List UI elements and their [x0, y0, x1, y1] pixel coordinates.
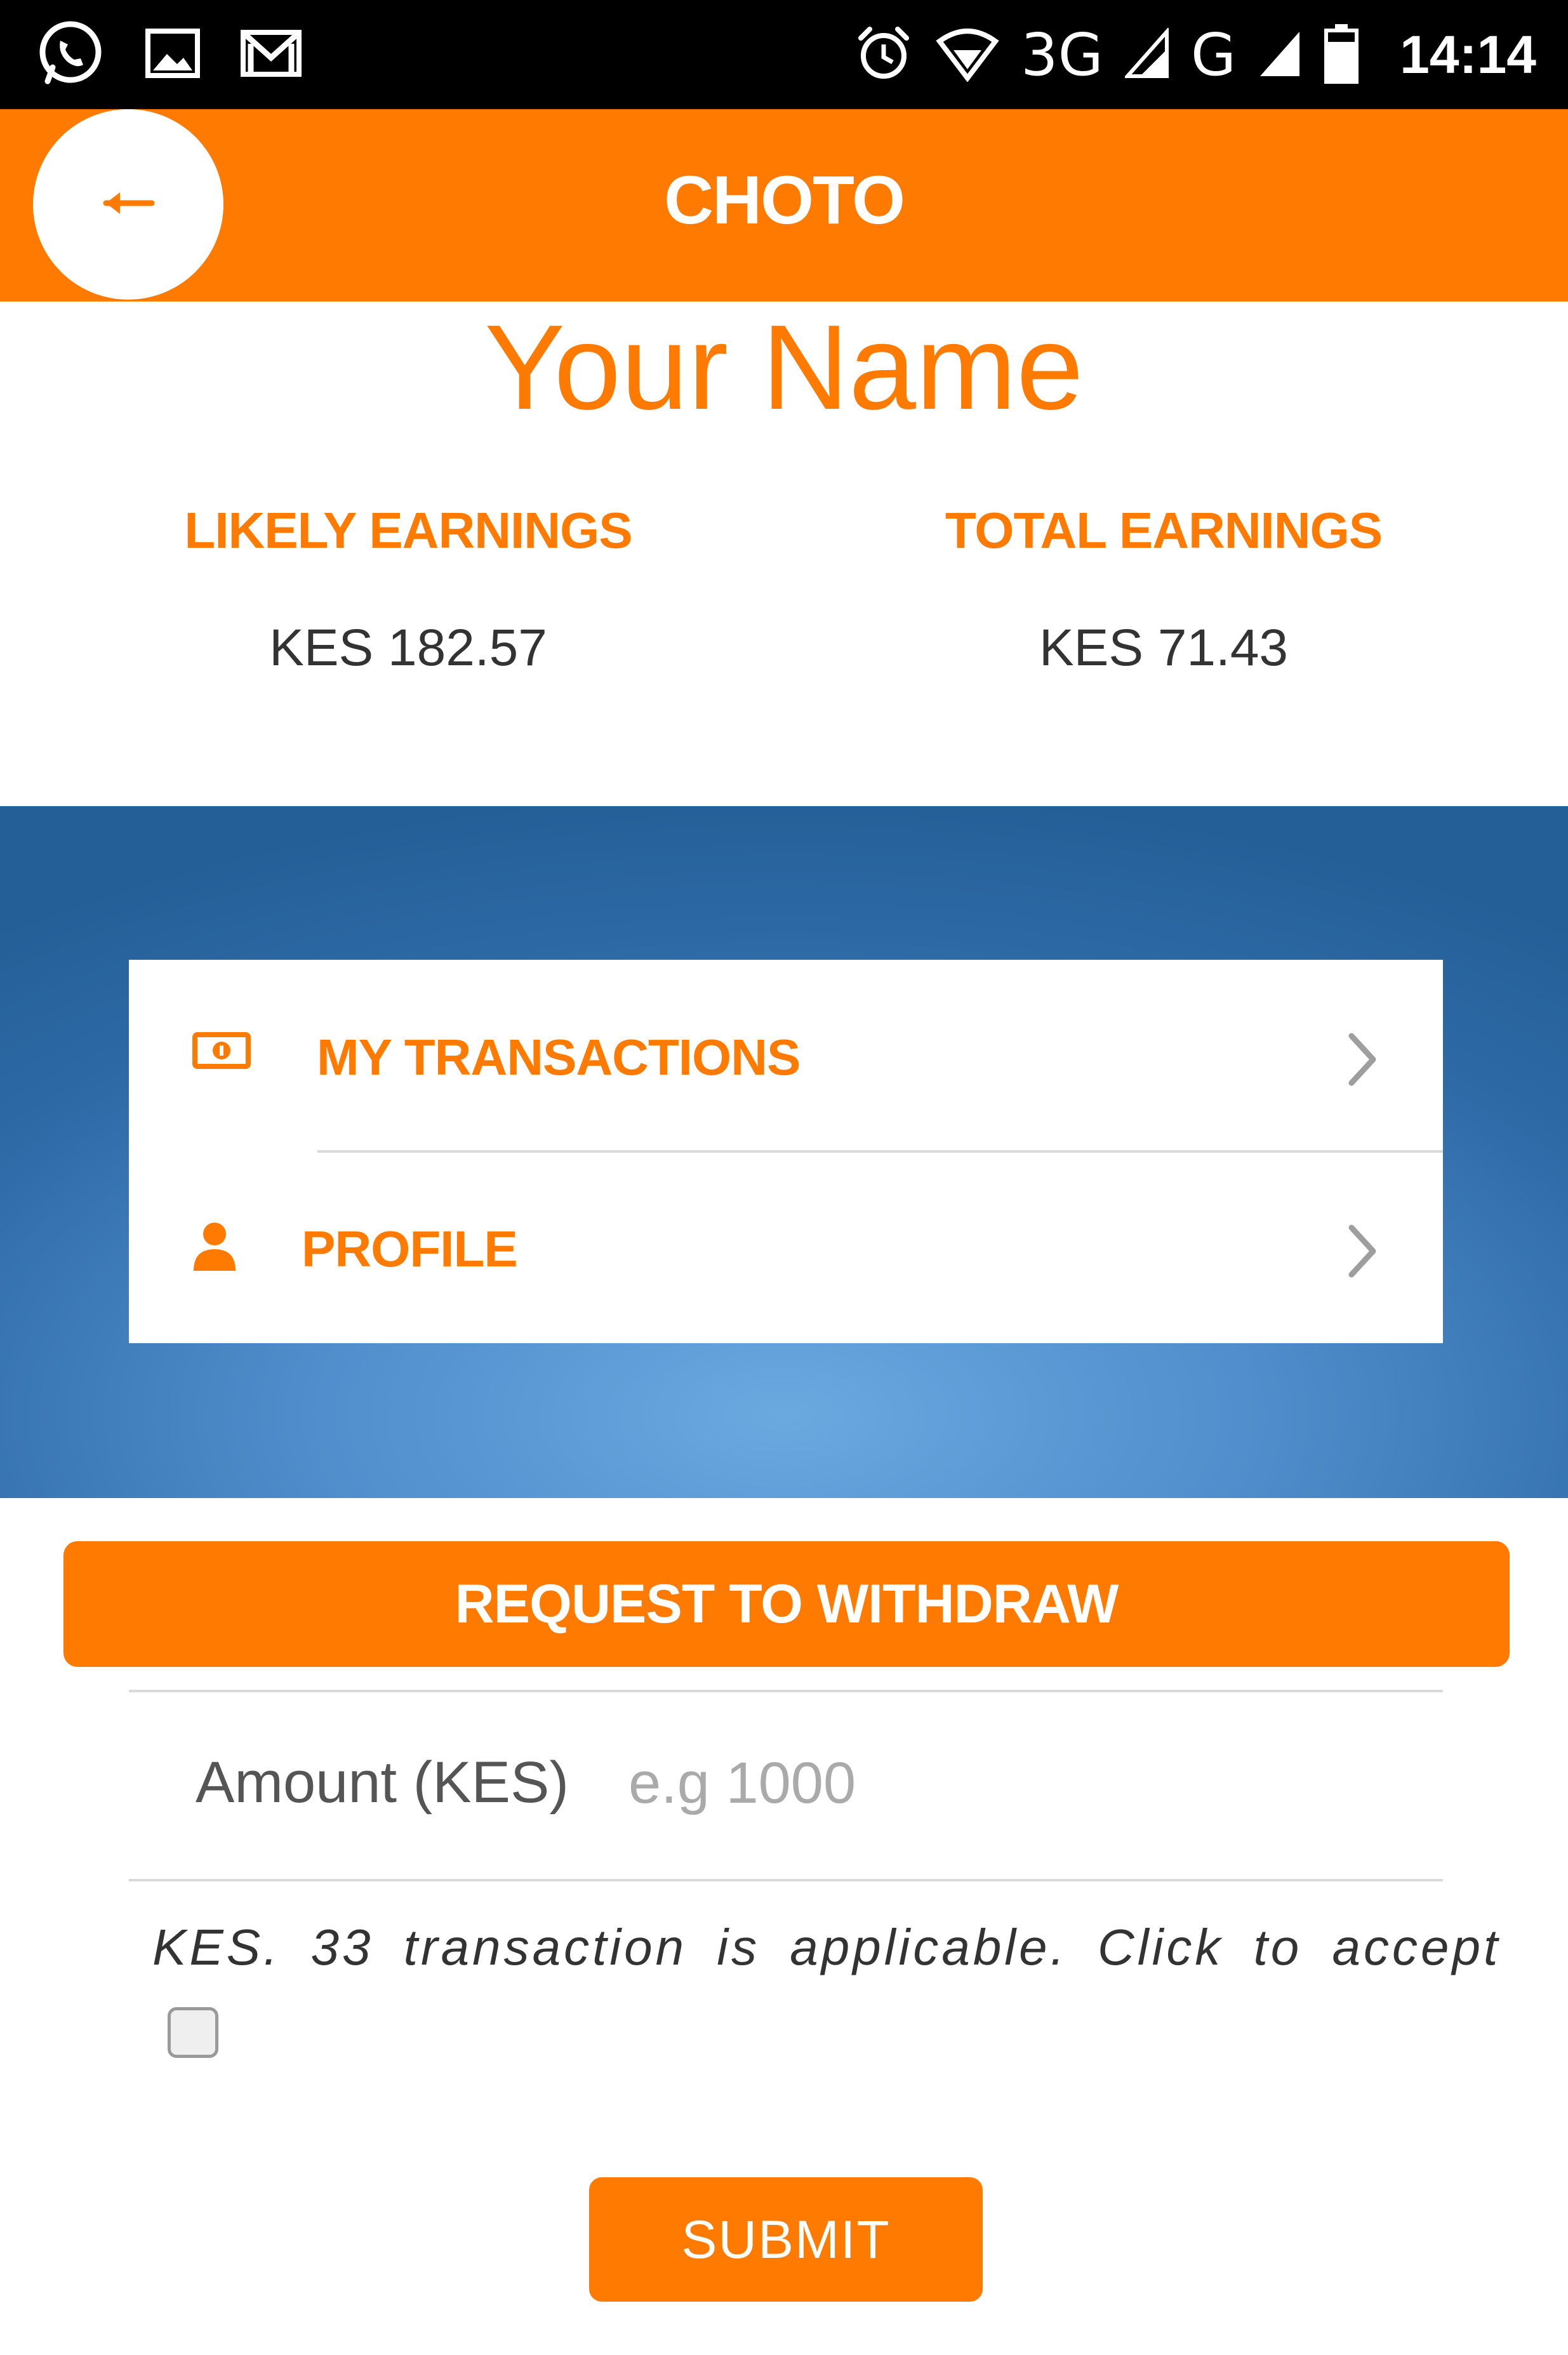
- money-icon: [192, 1030, 251, 1075]
- signal-icon: [1123, 26, 1169, 82]
- request-withdraw-button[interactable]: REQUEST TO WITHDRAW: [63, 1541, 1510, 1667]
- battery-icon: [1324, 23, 1359, 87]
- status-bar: 3G G 14:14: [0, 0, 1568, 109]
- app-bar: CHOTO: [0, 109, 1568, 302]
- total-earnings: TOTAL EARNINGS KES 71.43: [846, 501, 1481, 678]
- image-icon: [144, 25, 201, 85]
- signal-icon: [1258, 28, 1302, 82]
- chevron-right-icon: [1345, 1031, 1379, 1091]
- user-name: Your Name: [484, 300, 1084, 435]
- likely-earnings-value: KES 182.57: [269, 619, 547, 677]
- app-title: CHOTO: [663, 161, 905, 238]
- wifi-icon: [936, 25, 999, 85]
- clock: 14:14: [1400, 24, 1536, 84]
- transaction-fee-notice: KES. 33 transaction is applicable. Click…: [152, 1919, 1501, 1975]
- divider: [129, 1879, 1443, 1881]
- menu-item-label: PROFILE: [302, 1221, 518, 1277]
- amount-label: Amount (KES): [196, 1750, 569, 1815]
- user-icon: [192, 1221, 237, 1275]
- likely-earnings-label: LIKELY EARNINGS: [184, 502, 632, 559]
- network-type: 3G: [1021, 20, 1103, 89]
- menu-item-transactions[interactable]: MY TRANSACTIONS: [129, 960, 1443, 1153]
- likely-earnings: LIKELY EARNINGS KES 182.57: [91, 501, 726, 678]
- menu-item-label: MY TRANSACTIONS: [317, 1029, 801, 1085]
- total-earnings-label: TOTAL EARNINGS: [945, 502, 1383, 559]
- notification-icons: [35, 19, 303, 90]
- network-type-2: G: [1190, 20, 1237, 89]
- gmail-icon: [239, 25, 303, 85]
- alarm-icon: [853, 23, 914, 87]
- submit-button[interactable]: SUBMIT: [589, 2177, 983, 2302]
- accept-fee-checkbox[interactable]: [168, 2007, 218, 2058]
- amount-input[interactable]: [628, 1742, 1390, 1824]
- total-earnings-value: KES 71.43: [1039, 619, 1289, 677]
- divider: [129, 1690, 1443, 1692]
- menu-item-profile[interactable]: PROFILE: [129, 1151, 1443, 1343]
- whatsapp-icon: [35, 18, 106, 92]
- menu-card: MY TRANSACTIONS PROFILE: [129, 960, 1443, 1343]
- system-indicators: 3G G 14:14: [853, 19, 1536, 90]
- chevron-right-icon: [1345, 1223, 1379, 1283]
